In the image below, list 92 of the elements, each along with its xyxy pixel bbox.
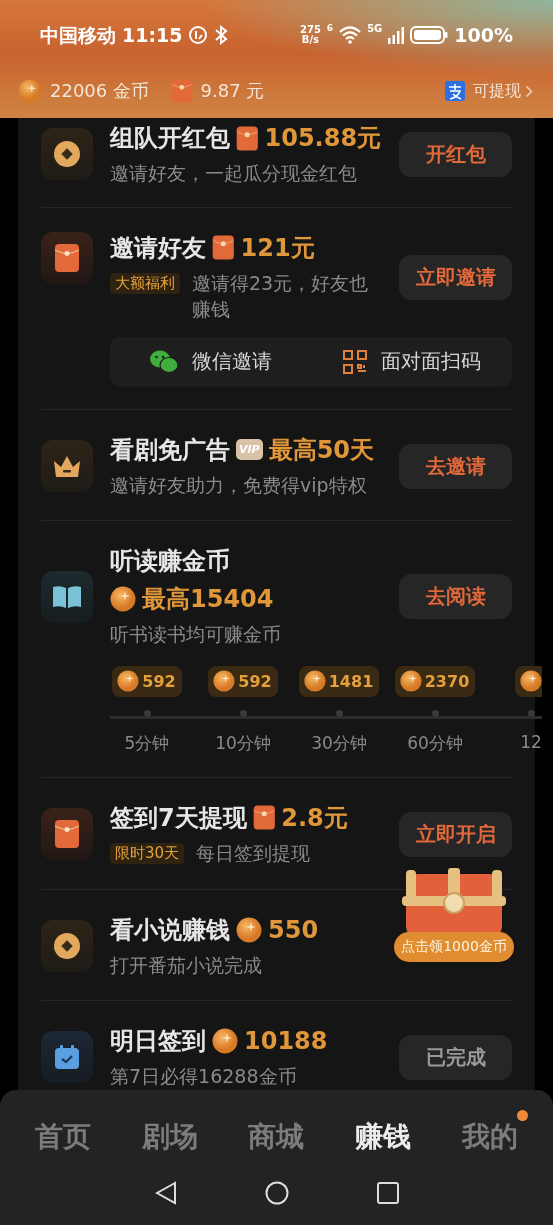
chevron-right-icon [525,84,533,98]
coin-reward-pill: 592 [112,665,182,697]
clock-time: 11:15 [122,25,183,45]
battery-icon [410,26,449,44]
time-label: 5分钟 [124,731,170,755]
promo-tag: 大额福利 [110,272,180,294]
coin-icon [212,1028,238,1055]
envelope-icon [212,235,235,261]
coin-icon [110,586,136,613]
task-title: 邀请好友 [110,232,206,264]
task-title: 明日签到 [110,1026,206,1058]
task-title: 看剧免广告 [110,434,230,466]
task-action-button[interactable]: 立即开启 [399,811,512,857]
time-label: 10分钟 [215,731,271,755]
coin-icon [236,916,262,943]
reward-amount: 105.88元 [264,123,382,154]
coin-icon [303,670,326,693]
timeline-dot [431,709,439,717]
time-label: 12 [520,731,542,752]
coin-reward-pill: 2370 [394,665,476,697]
task-action-button[interactable]: 去邀请 [399,443,512,489]
carrier-name: 中国移动 [40,25,116,45]
chat-bubbles-icon [149,349,178,374]
sync-icon [188,25,209,45]
wifi-icon [339,26,362,44]
task-description: 打开番茄小说完成 [110,952,263,978]
envelope-icon [252,805,276,831]
nav-tab[interactable]: 商城 [238,1110,315,1164]
reward-amount: 550 [268,915,319,944]
timeline-dot [335,709,343,717]
coin-reward-pill: 1481 [298,665,380,697]
reward-amount: 最高15404 [142,584,274,616]
reward-amount: 最高50天 [268,434,375,466]
cash-balance: 9.87 元 [200,79,265,103]
qr-code-icon [342,349,367,374]
task-action-button[interactable]: 已完成 [399,1034,512,1080]
coin-icon [53,140,81,169]
book-icon [52,584,82,609]
claim-coins-button[interactable]: 点击领1000金币 [394,931,514,962]
task-description: 邀请好友助力，免费得vip特权 [110,472,368,498]
coin-icon [213,670,236,693]
task-action-button[interactable]: 开红包 [399,131,512,177]
payment-app-icon [445,81,465,101]
home-icon[interactable] [264,1180,289,1205]
nav-tab[interactable]: 赚钱 [345,1110,422,1164]
task-description: 第7日必得16288金币 [110,1064,298,1090]
share-option-button[interactable]: 面对面扫码 [311,336,512,387]
bluetooth-icon [214,25,229,45]
time-label: 30分钟 [311,731,367,755]
battery-percentage: 100% [454,25,513,45]
recent-apps-icon[interactable] [376,1181,399,1204]
envelope-icon [171,79,193,103]
promo-tag: 限时30天 [110,842,185,864]
coin-icon [53,931,81,960]
time-label: 60分钟 [407,731,463,755]
timeline-dot [143,709,151,717]
envelope-icon [55,243,79,272]
task-title: 签到7天提现 [110,802,247,834]
network-type: 5G [367,24,383,34]
reward-amount: 121元 [240,232,315,264]
task-title: 看小说赚钱 [110,914,230,946]
back-icon[interactable] [154,1180,177,1205]
task-title: 组队开红包 [110,123,230,154]
task-action-button[interactable]: 去阅读 [399,574,512,620]
envelope-icon [55,820,79,849]
signal-icon [388,26,405,44]
reward-amount: 10188 [244,1027,328,1056]
task-description: 听书读书均可赚金币 [110,622,282,648]
calendar-icon [54,1044,80,1071]
coin-reward-pill: 592 [208,665,278,697]
vip-badge: VIP [236,439,263,461]
coin-icon [18,79,42,103]
task-description: 邀请好友，一起瓜分现金红包 [110,161,358,186]
coin-icon [519,670,542,693]
share-option-button[interactable]: 微信邀请 [110,336,311,387]
nav-tab[interactable]: 我的 [451,1110,528,1164]
task-description: 每日签到提现 [196,840,311,866]
timeline-dot [527,709,535,717]
coin-icon [117,670,140,693]
nav-tab[interactable]: 首页 [25,1110,102,1164]
reward-amount: 2.8元 [281,802,348,834]
withdraw-link[interactable]: 可提现 [473,80,533,102]
task-action-button[interactable]: 立即邀请 [399,254,512,300]
wifi-standard-label: 6 [326,24,334,33]
coin-icon [399,670,422,693]
timeline-dot [239,709,247,717]
coin-balance: 22006 金币 [50,79,149,103]
task-title: 听读赚金币 [110,546,230,578]
nav-tab[interactable]: 剧场 [131,1110,208,1164]
network-speed: 275 B/s [300,25,321,45]
envelope-icon [236,125,259,151]
task-description: 邀请得23元，好友也赚钱 [192,270,370,323]
